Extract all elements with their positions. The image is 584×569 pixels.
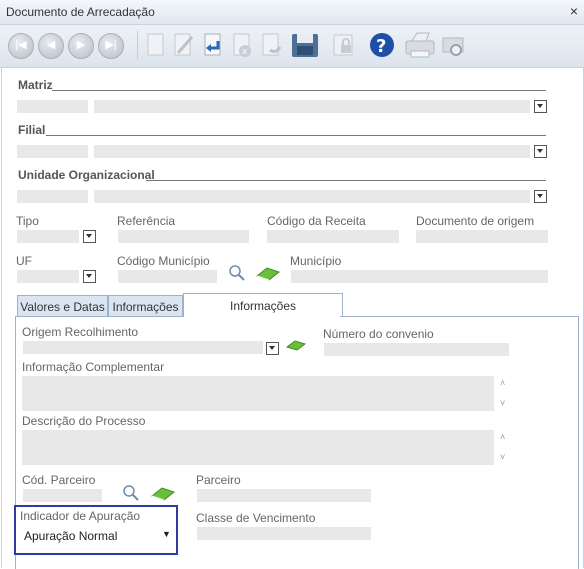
codigo-receita-label: Código da Receita <box>267 214 366 228</box>
unidade-header: Unidade Organizacional <box>18 168 155 182</box>
delete-button[interactable]: x <box>229 31 257 59</box>
informacao-complementar-textarea[interactable] <box>22 376 494 411</box>
matriz-header: Matriz <box>18 78 53 92</box>
documento-origem-field[interactable] <box>416 230 548 243</box>
print-button[interactable] <box>403 31 437 59</box>
edit-button[interactable] <box>170 31 198 59</box>
referencia-field[interactable] <box>118 230 249 243</box>
lock-icon <box>333 34 353 56</box>
svg-text:x: x <box>242 47 248 57</box>
edit-icon <box>174 33 194 56</box>
codigo-municipio-label: Código Município <box>117 254 210 268</box>
informacao-complementar-scrollbar[interactable]: ˄ ˅ <box>497 376 511 411</box>
tipo-label: Tipo <box>16 214 39 228</box>
title-bar: Documento de Arrecadação × <box>0 0 584 25</box>
svg-text:?: ? <box>376 36 386 57</box>
eraser-origem-icon[interactable] <box>285 337 307 353</box>
municipio-field[interactable] <box>291 270 548 283</box>
descricao-processo-label: Descrição do Processo <box>22 414 146 428</box>
lock-button[interactable] <box>330 31 358 59</box>
origem-dropdown-button[interactable] <box>266 342 279 355</box>
tipo-field[interactable] <box>17 230 79 243</box>
parceiro-label: Parceiro <box>196 473 241 487</box>
origem-recolhimento-field[interactable] <box>23 341 263 354</box>
previous-icon: ◀ <box>46 39 56 51</box>
delete-icon: x <box>233 33 251 57</box>
matriz-divider <box>52 90 546 91</box>
classe-vencimento-label: Classe de Vencimento <box>196 511 316 525</box>
indicador-apuracao-value: Apuração Normal <box>24 529 118 543</box>
referencia-label: Referência <box>117 214 176 228</box>
help-button[interactable]: ? <box>368 31 396 59</box>
active-tab-join <box>184 316 340 318</box>
previous-record-button[interactable]: ◀ <box>38 33 64 59</box>
descricao-processo-scrollbar[interactable]: ˄ ˅ <box>497 430 511 465</box>
scroll-up-icon[interactable]: ˄ <box>500 379 508 388</box>
printer-icon <box>405 32 435 58</box>
search-municipio-icon[interactable] <box>228 264 246 282</box>
descricao-processo-textarea[interactable] <box>22 430 494 465</box>
new-document-button[interactable] <box>142 31 170 59</box>
new-document-icon <box>147 33 164 56</box>
save-return-icon <box>204 33 221 56</box>
documento-origem-label: Documento de origem <box>416 214 535 228</box>
next-record-button[interactable]: ▶ <box>68 33 94 59</box>
window-title: Documento de Arrecadação <box>6 5 155 19</box>
last-icon: ▶| <box>105 39 117 51</box>
municipio-label: Município <box>290 254 342 268</box>
codigo-receita-field[interactable] <box>267 230 399 243</box>
save-return-button[interactable] <box>200 31 228 59</box>
eraser-parceiro-icon[interactable] <box>149 484 177 502</box>
uf-label: UF <box>16 254 32 268</box>
codigo-municipio-field[interactable] <box>118 270 217 283</box>
print-preview-icon <box>442 37 464 56</box>
numero-convenio-field[interactable] <box>324 343 509 356</box>
classe-vencimento-field[interactable] <box>197 527 371 540</box>
next-icon: ▶ <box>76 39 86 51</box>
last-record-button[interactable]: ▶| <box>98 33 124 59</box>
origem-recolhimento-label: Origem Recolhimento <box>22 325 139 339</box>
cod-parceiro-field[interactable] <box>23 489 102 502</box>
scroll-down-icon[interactable]: ˅ <box>500 453 508 462</box>
undo-button[interactable] <box>258 31 286 59</box>
toolbar: |◀ ◀ ▶ ▶| x ? <box>0 25 584 68</box>
floppy-disk-icon <box>292 34 318 57</box>
matriz-code-field[interactable] <box>17 100 88 113</box>
uf-checkbox[interactable] <box>83 270 96 283</box>
numero-convenio-label: Número do convenio <box>323 327 434 341</box>
scroll-down-icon[interactable]: ˅ <box>500 399 508 408</box>
filial-divider <box>46 135 546 136</box>
eraser-municipio-icon[interactable] <box>254 264 282 282</box>
informacao-complementar-label: Informação Complementar <box>22 360 165 374</box>
matriz-name-field[interactable] <box>94 100 530 113</box>
indicador-apuracao-select[interactable]: Apuração Normal ▼ <box>20 526 172 546</box>
unidade-divider <box>146 180 546 181</box>
help-icon: ? <box>370 33 394 57</box>
filial-name-field[interactable] <box>94 145 530 158</box>
save-button[interactable] <box>290 31 318 59</box>
close-icon[interactable]: × <box>570 3 578 19</box>
scroll-up-icon[interactable]: ˄ <box>500 433 508 442</box>
undo-icon <box>262 33 282 56</box>
matriz-dropdown-button[interactable] <box>534 100 547 113</box>
unidade-code-field[interactable] <box>17 190 88 203</box>
unidade-dropdown-button[interactable] <box>534 190 547 203</box>
filial-header: Filial <box>18 123 46 137</box>
toolbar-separator <box>137 31 138 59</box>
uf-field[interactable] <box>17 270 79 283</box>
tipo-dropdown-button[interactable] <box>83 230 96 243</box>
filial-dropdown-button[interactable] <box>534 145 547 158</box>
print-preview-button[interactable] <box>440 31 468 59</box>
chevron-down-icon[interactable]: ▼ <box>162 529 171 539</box>
first-record-button[interactable]: |◀ <box>8 33 34 59</box>
filial-code-field[interactable] <box>17 145 88 158</box>
indicador-apuracao-label: Indicador de Apuração <box>20 509 141 523</box>
unidade-name-field[interactable] <box>94 190 530 203</box>
search-parceiro-icon[interactable] <box>122 484 140 502</box>
cod-parceiro-label: Cód. Parceiro <box>22 473 96 487</box>
parceiro-field[interactable] <box>197 489 371 502</box>
first-icon: |◀ <box>15 39 27 51</box>
